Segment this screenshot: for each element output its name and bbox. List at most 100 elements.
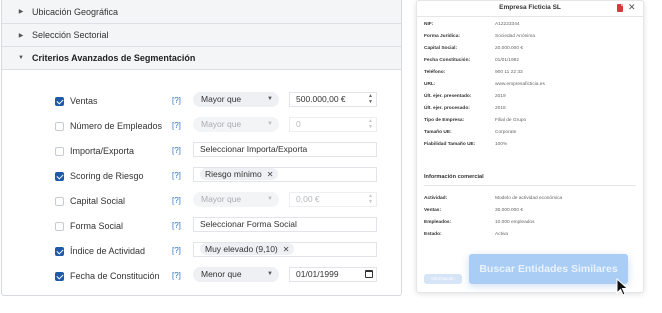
scoring-checkbox[interactable] [55, 172, 64, 181]
help-link[interactable]: [?] [172, 121, 181, 130]
criterion-label: Scoring de Riesgo [70, 171, 144, 181]
informacion-button[interactable]: Información [424, 274, 462, 284]
help-link[interactable]: [?] [172, 96, 181, 105]
operator-select[interactable]: Mayor que ▼ [193, 192, 279, 207]
actividad-multiselect[interactable]: Muy elevado (9,10) ✕ [193, 242, 377, 257]
help-link[interactable]: [?] [172, 196, 181, 205]
dropdown-arrow-icon: ▼ [267, 271, 273, 277]
capital-value-input[interactable]: 0,00 € ▲ ▼ [289, 192, 377, 207]
help-link[interactable]: [?] [172, 171, 181, 180]
spinner-icon[interactable]: ▲ ▼ [368, 193, 373, 205]
calendar-icon[interactable] [365, 270, 373, 278]
chip-label: Muy elevado (9,10) [205, 244, 278, 254]
criterion-scoring-riesgo: Scoring de Riesgo [?] Riesgo mínimo ✕ [2, 166, 401, 190]
criterion-label: Número de Empleados [70, 121, 163, 131]
operator-select[interactable]: Menor que ▼ [193, 267, 279, 282]
field-value: Filial de Grupo [495, 118, 527, 123]
section-label: Criterios Avanzados de Segmentación [32, 53, 196, 63]
field-key: Fecha Constitución: [424, 58, 471, 63]
operator-select[interactable]: Mayor que ▼ [193, 117, 279, 132]
dropdown-arrow-icon: ▼ [267, 121, 273, 127]
company-detail-card: Empresa Ficticia SL ✕ NIF: A12223344 Form… [416, 0, 644, 293]
field-value[interactable]: www.empresaficticia.es [495, 82, 545, 87]
field-key: NIF: [424, 22, 434, 27]
empleados-checkbox[interactable] [55, 122, 64, 131]
chevron-right-icon: ▶ [18, 32, 24, 39]
field-key: URL: [424, 82, 436, 87]
field-value: 10.000 empleados [495, 220, 535, 225]
selected-chip: Riesgo mínimo ✕ [200, 168, 279, 180]
criterion-label: Importa/Exporta [70, 146, 135, 156]
search-similar-entities-button[interactable]: Buscar Entidades Similares [469, 254, 628, 284]
section-criterios-avanzados[interactable]: ▼ Criterios Avanzados de Segmentación [2, 47, 401, 70]
operator-value: Mayor que [201, 194, 242, 204]
field-key: Fiabilidad Tamaño UE: [424, 142, 476, 147]
forma-social-select[interactable]: Seleccionar Forma Social [193, 217, 377, 232]
criterion-label: Índice de Actividad [70, 246, 146, 256]
spinner-icon[interactable]: ▲ ▼ [368, 118, 373, 130]
criterion-label: Forma Social [70, 221, 124, 231]
field-value: 900 11 22 33 [495, 70, 523, 75]
importa-exporta-checkbox[interactable] [55, 147, 64, 156]
section-label: Ubicación Geográfica [32, 6, 119, 17]
filter-panel: ▶ Ubicación Geográfica ▶ Selección Secto… [1, 0, 402, 296]
field-key: Últ. ejer. procesado: [424, 106, 470, 111]
close-icon[interactable]: ✕ [628, 2, 636, 13]
actividad-checkbox[interactable] [55, 247, 64, 256]
field-key: Empleados: [424, 220, 452, 225]
divider [424, 185, 636, 186]
operator-value: Mayor que [201, 94, 242, 104]
help-link[interactable]: [?] [172, 146, 181, 155]
help-link[interactable]: [?] [172, 246, 181, 255]
chip-label: Riesgo mínimo [205, 169, 262, 179]
criterion-label: Capital Social [70, 196, 126, 206]
criterion-indice-actividad: Índice de Actividad [?] Muy elevado (9,1… [2, 241, 401, 265]
field-value: A12223344 [495, 22, 520, 27]
remove-chip-icon[interactable]: ✕ [283, 245, 290, 254]
card-header: Empresa Ficticia SL ✕ [417, 1, 643, 17]
mouse-pointer-icon [616, 278, 629, 296]
scoring-multiselect[interactable]: Riesgo mínimo ✕ [193, 167, 377, 182]
operator-select[interactable]: Mayor que ▼ [193, 92, 279, 107]
dropdown-arrow-icon: ▼ [267, 196, 273, 202]
criterion-ventas: Ventas [?] Mayor que ▼ 500.000,00 € ▲ ▼ [2, 91, 401, 115]
field-key: Capital Social: [424, 46, 458, 51]
criterion-importa-exporta: Importa/Exporta [?] Seleccionar Importa/… [2, 141, 401, 165]
input-value: 0 [296, 119, 301, 129]
spinner-icon[interactable]: ▲ ▼ [368, 93, 373, 105]
operator-value: Menor que [201, 269, 242, 279]
help-link[interactable]: [?] [172, 271, 181, 280]
commercial-info-heading: Información comercial [424, 174, 484, 180]
field-key: Teléfono: [424, 70, 446, 75]
field-value: 30.000.000 € [495, 208, 524, 213]
help-link[interactable]: [?] [172, 221, 181, 230]
ventas-checkbox[interactable] [55, 97, 64, 106]
fecha-date-input[interactable]: 01/01/1999 [289, 267, 377, 282]
criterion-label: Fecha de Constitución [70, 271, 160, 281]
fecha-checkbox[interactable] [55, 272, 64, 281]
input-value: 0,00 € [296, 194, 320, 204]
chevron-right-icon: ▶ [18, 9, 24, 15]
company-name: Empresa Ficticia SL [499, 4, 561, 11]
section-seleccion-sectorial[interactable]: ▶ Selección Sectorial [2, 24, 401, 47]
forma-social-checkbox[interactable] [55, 222, 64, 231]
criterion-numero-empleados: Número de Empleados [?] Mayor que ▼ 0 ▲ ▼ [2, 116, 401, 140]
input-value: 500.000,00 € [296, 94, 346, 104]
field-key: Últ. ejer. presentado: [424, 94, 472, 99]
importa-exporta-select[interactable]: Seleccionar Importa/Exporta [193, 142, 377, 157]
section-ubicacion-geografica[interactable]: ▶ Ubicación Geográfica [2, 0, 401, 24]
dropdown-arrow-icon: ▼ [267, 96, 273, 102]
capital-checkbox[interactable] [55, 197, 64, 206]
operator-value: Mayor que [201, 119, 242, 129]
field-key: Estado: [424, 232, 442, 237]
select-placeholder: Seleccionar Forma Social [200, 219, 297, 229]
remove-chip-icon[interactable]: ✕ [267, 170, 274, 179]
chevron-down-icon: ▼ [18, 55, 24, 61]
pdf-icon[interactable] [617, 4, 623, 12]
criterion-capital-social: Capital Social [?] Mayor que ▼ 0,00 € ▲ ▼ [2, 191, 401, 215]
empleados-value-input[interactable]: 0 ▲ ▼ [289, 117, 377, 132]
ventas-value-input[interactable]: 500.000,00 € ▲ ▼ [289, 92, 377, 107]
field-key: Ventas: [424, 208, 442, 213]
field-key: Tipo de Empresa: [424, 118, 465, 123]
criterion-forma-social: Forma Social [?] Seleccionar Forma Socia… [2, 216, 401, 240]
